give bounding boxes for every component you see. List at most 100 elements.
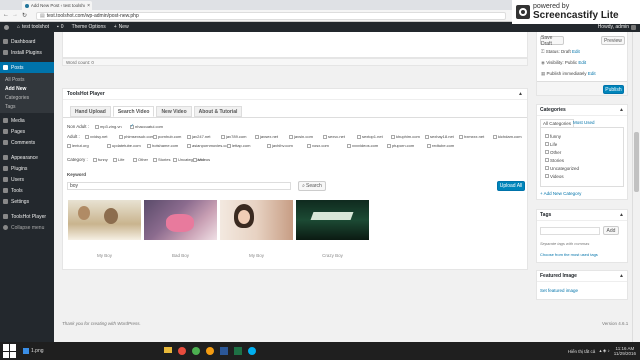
sidebar-item-toolshot-player[interactable]: ToolsHot Player xyxy=(0,211,54,222)
option-item[interactable]: javhihv.com xyxy=(267,143,293,148)
option-item[interactable]: lentut.org xyxy=(67,143,89,148)
checkbox[interactable] xyxy=(545,134,549,138)
checkbox[interactable] xyxy=(133,157,137,162)
editor-area[interactable] xyxy=(62,32,528,58)
toolshot-player-header[interactable]: ToolsHot Player ▲ xyxy=(63,89,527,100)
featured-header[interactable]: Featured Image ▲ xyxy=(537,271,627,282)
non-adult-option[interactable]: mp3.zing.vn xyxy=(95,124,122,129)
video-thumbnail[interactable] xyxy=(144,200,217,240)
category-item[interactable]: Life xyxy=(545,140,619,148)
checkbox[interactable] xyxy=(307,143,311,148)
checkbox[interactable] xyxy=(187,134,191,139)
option-item[interactable]: jav789.com xyxy=(221,134,246,139)
upload-all-button[interactable]: Upload All xyxy=(497,181,525,191)
checkbox[interactable] xyxy=(153,157,157,162)
add-tag-button[interactable]: Add xyxy=(603,226,619,235)
category-item[interactable]: Stories xyxy=(545,156,619,164)
checkbox[interactable] xyxy=(357,134,361,139)
checkbox[interactable] xyxy=(425,134,429,139)
checkbox[interactable] xyxy=(193,157,197,162)
checkbox[interactable] xyxy=(113,157,117,162)
option-item[interactable]: hotshame.com xyxy=(147,143,178,148)
scrollbar-thumb[interactable] xyxy=(634,132,639,192)
sidebar-item-tools[interactable]: Tools xyxy=(0,185,54,196)
tab-new-video[interactable]: New Video xyxy=(156,106,192,117)
checkbox[interactable] xyxy=(545,166,549,170)
checkbox[interactable] xyxy=(545,142,549,146)
sidebar-item-pages[interactable]: Pages xyxy=(0,126,54,137)
option-item[interactable]: Videos xyxy=(193,157,210,162)
tab-about-tutorial[interactable]: About & Tutorial xyxy=(193,106,243,117)
video-thumbnail[interactable] xyxy=(296,200,369,240)
checkbox[interactable] xyxy=(153,134,157,139)
preview-button[interactable]: Preview xyxy=(601,36,625,45)
checkbox[interactable] xyxy=(545,174,549,178)
url-input[interactable]: ▤ test.toolshot.com/wp-admin/post-new.ph… xyxy=(36,12,506,20)
checkbox[interactable] xyxy=(187,143,191,148)
checkbox[interactable] xyxy=(255,134,259,139)
checkbox[interactable] xyxy=(85,134,89,139)
option-item[interactable]: ptuporn.com xyxy=(387,143,414,148)
tab-all-categories[interactable]: All Categories xyxy=(540,119,575,127)
checkbox[interactable] xyxy=(323,134,327,139)
sidebar-item-plugins[interactable]: Plugins xyxy=(0,163,54,174)
non-adult-option[interactable]: nhaccuatui.com xyxy=(130,123,163,129)
collapse-arrow-icon[interactable]: ▲ xyxy=(518,91,523,97)
save-draft-button[interactable]: Save Draft xyxy=(540,35,564,47)
checkbox[interactable] xyxy=(289,134,293,139)
clock[interactable]: 11:16 AM 11/29/2016 xyxy=(614,346,636,356)
checkbox[interactable] xyxy=(545,150,549,154)
checkbox[interactable] xyxy=(391,134,395,139)
excel-icon[interactable] xyxy=(233,347,242,355)
sidebar-item-users[interactable]: Users xyxy=(0,174,54,185)
option-item[interactable]: Other xyxy=(133,157,148,162)
collapse-arrow-icon[interactable]: ▲ xyxy=(619,212,624,218)
sidebar-item-install-plugins[interactable]: Install Plugins xyxy=(0,47,54,58)
tab-most-used[interactable]: Most Used xyxy=(573,120,595,125)
checkbox[interactable] xyxy=(227,143,231,148)
forward-icon[interactable]: → xyxy=(12,12,18,18)
edit-visibility-link[interactable]: Edit xyxy=(578,60,586,65)
option-item[interactable]: funny xyxy=(93,157,108,162)
option-item[interactable]: kichdam.com xyxy=(493,134,522,139)
checkbox-checked[interactable] xyxy=(130,123,134,129)
option-item[interactable]: javsex.net xyxy=(255,134,278,139)
browser-tab[interactable]: Add New Post ‹ test toolshot × xyxy=(22,1,92,10)
chrome-icon[interactable] xyxy=(191,347,200,355)
show-all-label[interactable]: Hiển thị tất cả xyxy=(568,349,596,354)
option-item[interactable]: updatetube.com xyxy=(107,143,141,148)
checkbox[interactable] xyxy=(387,143,391,148)
tab-hand-upload[interactable]: Hand Upload xyxy=(70,106,111,117)
media-player-icon[interactable] xyxy=(205,347,214,355)
submenu-all-posts[interactable]: All Posts xyxy=(0,75,54,84)
tab-search-video[interactable]: Search Video xyxy=(112,106,155,117)
categories-header[interactable]: Categories ▲ xyxy=(537,105,627,116)
option-item[interactable]: pornhub.com xyxy=(153,134,181,139)
publish-button[interactable]: Publish xyxy=(603,85,624,94)
site-link[interactable]: ⌂ test toolshot xyxy=(13,24,53,30)
edit-status-link[interactable]: Edit xyxy=(572,49,580,54)
option-item[interactable]: javsin.com xyxy=(289,134,313,139)
theme-options-link[interactable]: Theme Options xyxy=(68,24,110,30)
sidebar-item-posts[interactable]: Posts xyxy=(0,62,54,73)
checkbox[interactable] xyxy=(267,143,271,148)
sidebar-item-dashboard[interactable]: Dashboard xyxy=(0,36,54,47)
browser-icon[interactable] xyxy=(177,347,186,355)
option-item[interactable]: xvidsy.net xyxy=(85,134,108,139)
set-featured-image-link[interactable]: Set featured image xyxy=(540,288,578,293)
sidebar-collapse[interactable]: Collapse menu xyxy=(0,222,54,233)
checkbox[interactable] xyxy=(459,134,463,139)
checkbox[interactable] xyxy=(427,143,431,148)
option-item[interactable]: asianpornmovies.com xyxy=(187,143,231,148)
sidebar-item-media[interactable]: Media xyxy=(0,115,54,126)
option-item[interactable]: sextop1.net xyxy=(357,134,383,139)
category-item[interactable]: funny xyxy=(545,132,619,140)
edit-schedule-link[interactable]: Edit xyxy=(588,71,596,76)
submenu-add-new[interactable]: Add New xyxy=(0,84,54,93)
close-tab-icon[interactable]: × xyxy=(87,3,90,9)
sidebar-item-appearance[interactable]: Appearance xyxy=(0,152,54,163)
option-item[interactable]: Stories xyxy=(153,157,170,162)
option-item[interactable]: sexhay18.net xyxy=(425,134,454,139)
video-thumbnail[interactable] xyxy=(68,200,141,240)
option-item[interactable]: xxxvideos.com xyxy=(347,143,378,148)
